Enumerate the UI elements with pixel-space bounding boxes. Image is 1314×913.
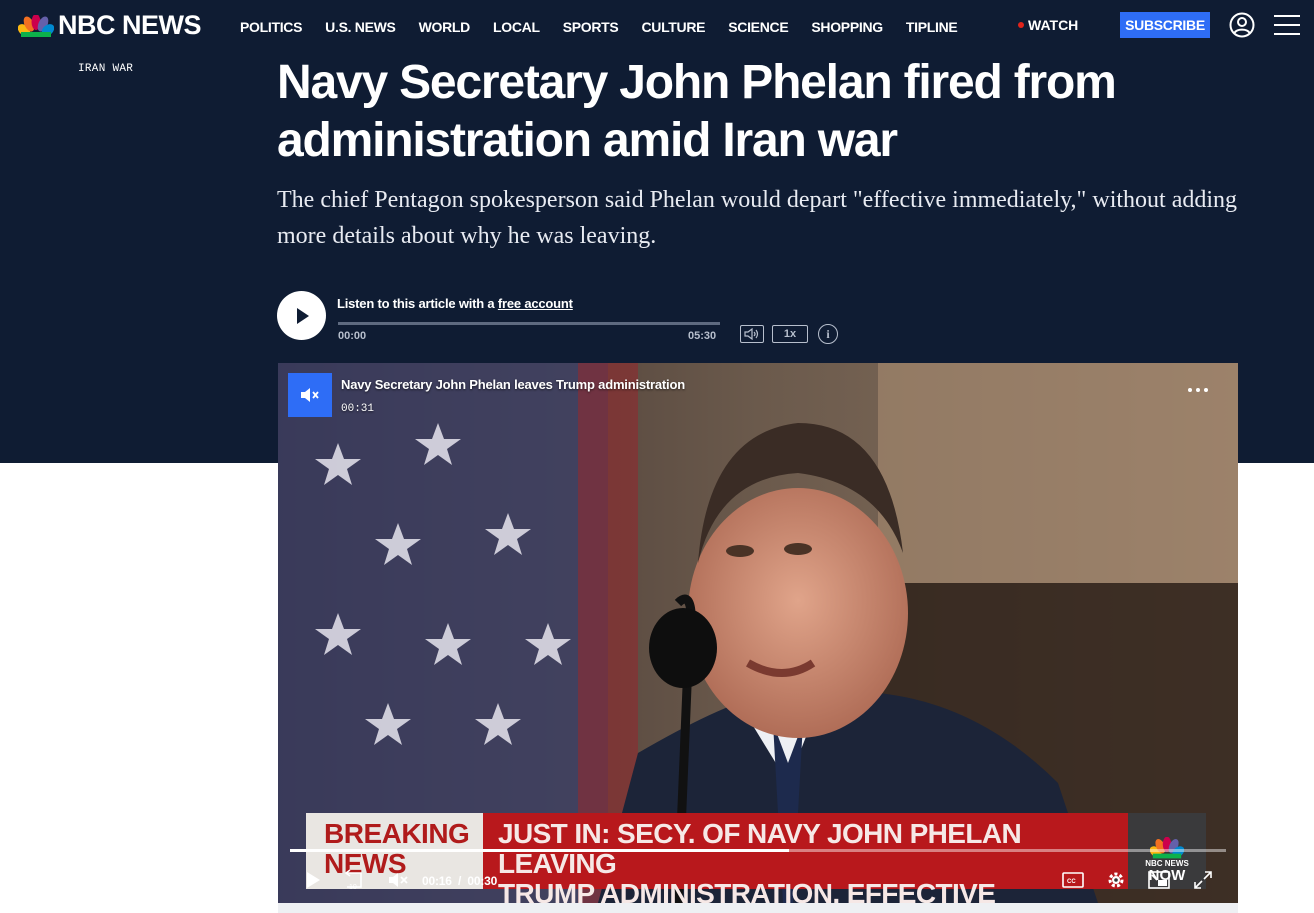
- audio-progress-bar[interactable]: [338, 322, 720, 325]
- video-title: Navy Secretary John Phelan leaves Trump …: [341, 377, 685, 392]
- nav-shopping[interactable]: SHOPPING: [811, 19, 883, 35]
- hamburger-menu-icon[interactable]: [1274, 14, 1300, 36]
- audio-current-time: 00:00: [338, 330, 367, 342]
- nav-world[interactable]: WORLD: [419, 19, 471, 35]
- audio-total-time: 05:30: [688, 330, 717, 342]
- chyron-main-line2: TRUMP ADMINISTRATION, EFFECTIVE IMMEDIAT…: [498, 878, 996, 904]
- video-caption-strip: [278, 903, 1238, 913]
- audio-speed-button[interactable]: 1x: [772, 325, 808, 343]
- user-icon[interactable]: [1229, 12, 1255, 38]
- nbc-news-logo[interactable]: NBC NEWS: [18, 10, 202, 41]
- video-total-time: 00:30: [467, 874, 498, 888]
- peacock-icon: [1150, 837, 1184, 859]
- audio-label-prefix: Listen to this article with a: [337, 296, 498, 311]
- peacock-icon: [18, 14, 54, 37]
- svg-text:CC: CC: [1067, 879, 1076, 885]
- subscribe-button[interactable]: SUBSCRIBE: [1120, 12, 1210, 38]
- muted-volume-icon[interactable]: [386, 867, 412, 893]
- brand-name: NBC NEWS: [58, 10, 202, 40]
- video-progress-fill: [290, 849, 789, 852]
- muted-volume-icon: [301, 388, 319, 402]
- free-account-link[interactable]: free account: [498, 296, 573, 311]
- closed-captions-icon[interactable]: CC: [1061, 867, 1085, 893]
- top-navigation: NBC NEWS POLITICS U.S. NEWS WORLD LOCAL …: [0, 0, 1314, 54]
- svg-text:10: 10: [349, 884, 357, 891]
- nav-culture[interactable]: CULTURE: [641, 19, 705, 35]
- video-duration: 00:31: [341, 403, 375, 415]
- settings-gear-icon[interactable]: [1104, 867, 1128, 893]
- article-dek: The chief Pentagon spokesperson said Phe…: [277, 187, 1238, 249]
- chyron-breaking-line1: BREAKING: [324, 818, 470, 849]
- video-current-time: 00:16: [422, 874, 452, 888]
- mute-button[interactable]: [288, 373, 332, 417]
- picture-in-picture-icon[interactable]: [1146, 867, 1172, 893]
- watch-label: WATCH: [1028, 17, 1079, 33]
- volume-icon: [744, 328, 759, 340]
- video-player[interactable]: Navy Secretary John Phelan leaves Trump …: [278, 363, 1238, 903]
- main-menu: POLITICS U.S. NEWS WORLD LOCAL SPORTS CU…: [240, 0, 980, 54]
- nav-politics[interactable]: POLITICS: [240, 19, 302, 35]
- skip-back-10-icon[interactable]: 10: [340, 867, 368, 893]
- nav-science[interactable]: SCIENCE: [728, 19, 788, 35]
- play-icon[interactable]: [300, 867, 326, 893]
- live-dot-icon: [1018, 22, 1024, 28]
- nav-local[interactable]: LOCAL: [493, 19, 540, 35]
- audio-volume-button[interactable]: [740, 325, 764, 343]
- article-eyebrow[interactable]: IRAN WAR: [78, 63, 133, 75]
- video-time-separator: /: [457, 874, 462, 888]
- more-options-icon[interactable]: [1188, 388, 1208, 392]
- article-headline: Navy Secretary John Phelan fired from ad…: [277, 56, 1117, 167]
- nav-sports[interactable]: SPORTS: [563, 19, 619, 35]
- video-time-display: 00:16 / 00:30: [422, 874, 497, 888]
- nav-us-news[interactable]: U.S. NEWS: [325, 19, 396, 35]
- nav-tipline[interactable]: TIPLINE: [906, 19, 958, 35]
- fullscreen-icon[interactable]: [1191, 867, 1215, 893]
- play-icon: [296, 307, 309, 324]
- audio-label: Listen to this article with a free accou…: [337, 296, 573, 311]
- audio-play-button[interactable]: [277, 291, 326, 340]
- watch-link[interactable]: WATCH: [1018, 17, 1078, 33]
- video-progress-bar[interactable]: [290, 849, 1226, 852]
- info-icon[interactable]: i: [818, 324, 838, 344]
